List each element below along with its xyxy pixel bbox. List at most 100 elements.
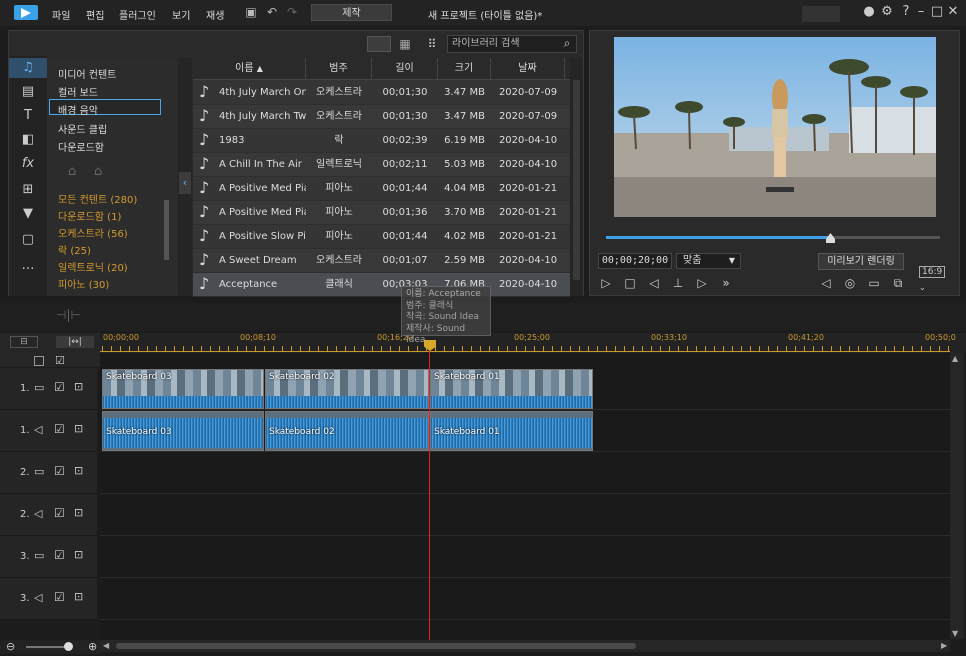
- column-size[interactable]: 크기: [438, 58, 491, 80]
- select-all-checkbox[interactable]: [34, 356, 44, 366]
- more-rooms-icon[interactable]: …: [9, 256, 47, 276]
- track-header-audio[interactable]: 2. ◁ ☑ ⊡: [0, 494, 97, 536]
- aspect-ratio-selector[interactable]: 16:9 ⌄: [919, 264, 949, 292]
- redo-icon[interactable]: ↷: [285, 5, 299, 19]
- snapshot-camera-icon[interactable]: ◎: [842, 275, 858, 291]
- subtitle-toggle-icon[interactable]: ▭: [866, 275, 882, 291]
- media-room-icon[interactable]: ♫: [9, 58, 47, 78]
- table-row[interactable]: ♪ 1983 락 00;02;39 6.19 MB 2020-04-10: [193, 129, 570, 153]
- minimize-icon[interactable]: –: [914, 4, 928, 20]
- search-icon[interactable]: ⌕: [559, 36, 575, 52]
- tag-all[interactable]: 모든 컨텐트 (280): [58, 191, 137, 206]
- audio-clip[interactable]: Skateboard 01: [430, 411, 593, 451]
- timecode-field[interactable]: 00;00;20;00: [598, 253, 672, 269]
- remove-tag-icon[interactable]: ⌂: [94, 164, 102, 179]
- track-header-video[interactable]: 1. ▭ ☑ ⊡: [0, 368, 97, 410]
- undock-preview-icon[interactable]: ⧉: [890, 275, 906, 291]
- produce-button[interactable]: 제작: [311, 4, 392, 21]
- stop-icon[interactable]: □: [622, 275, 638, 291]
- track-enable-checkbox[interactable]: ☑: [54, 422, 65, 436]
- track-enable-checkbox[interactable]: ☑: [54, 506, 65, 520]
- menu-file[interactable]: 파일: [52, 7, 70, 22]
- column-genre[interactable]: 범주: [306, 58, 372, 80]
- tag-scrollbar[interactable]: [164, 200, 169, 260]
- track-enable-checkbox[interactable]: ☑: [54, 464, 65, 478]
- menu-plugins[interactable]: 플러그인: [119, 7, 156, 22]
- zoom-out-icon[interactable]: ⊖: [6, 640, 15, 653]
- track-lock-icon[interactable]: ⊡: [74, 380, 83, 393]
- track-header-video[interactable]: 3. ▭ ☑ ⊡: [0, 536, 97, 578]
- column-length[interactable]: 길이: [372, 58, 438, 80]
- fast-forward-icon[interactable]: »: [718, 275, 734, 291]
- help-icon[interactable]: ?: [899, 4, 913, 20]
- grid-view-icon[interactable]: ▦: [398, 37, 412, 51]
- timeline-vertical-scrollbar[interactable]: [950, 353, 964, 639]
- track-enable-checkbox[interactable]: ☑: [54, 548, 65, 562]
- track-enable-checkbox[interactable]: ☑: [54, 590, 65, 604]
- preview-render-button[interactable]: 미리보기 렌더링: [818, 253, 904, 270]
- tag-piano[interactable]: 피아노 (30): [58, 276, 109, 291]
- zoom-in-icon[interactable]: ⊕: [88, 640, 97, 653]
- track-lock-icon[interactable]: ⊡: [74, 590, 83, 603]
- scroll-down-icon[interactable]: ▼: [952, 629, 958, 638]
- table-row[interactable]: ♪ A Sweet Dream 오케스트라 00;01;07 2.59 MB 2020-0…: [193, 249, 570, 273]
- scroll-left-icon[interactable]: ◀: [103, 641, 109, 650]
- track-manager-icon[interactable]: ⊟: [10, 336, 38, 348]
- track-lock-icon[interactable]: ⊡: [74, 548, 83, 561]
- table-scroll-thumb[interactable]: [573, 80, 580, 280]
- template-room-icon[interactable]: ▤: [9, 82, 47, 102]
- notification-icon[interactable]: ●: [862, 4, 876, 20]
- column-date[interactable]: 날짜: [491, 58, 565, 80]
- tag-downloads[interactable]: 다운로드함 (1): [58, 208, 121, 223]
- add-tag-icon[interactable]: ⌂: [68, 164, 76, 179]
- settings-gear-icon[interactable]: ⚙: [880, 4, 894, 20]
- menu-playback[interactable]: 재생: [206, 7, 224, 22]
- menu-view[interactable]: 보기: [172, 7, 190, 22]
- category-downloads[interactable]: 다운로드함: [58, 139, 104, 154]
- enable-all-checkbox[interactable]: ☑: [55, 354, 65, 367]
- menu-edit[interactable]: 편집: [86, 7, 104, 22]
- maximize-icon[interactable]: □: [930, 4, 944, 20]
- table-row[interactable]: ♪ A Positive Med Pia... 피아노 00;01;36 3.70 MB…: [193, 201, 570, 225]
- table-row[interactable]: ♪ 4th July March One 오케스트라 00;01;30 3.47 MB 2…: [193, 81, 570, 105]
- pip-room-icon[interactable]: ⊞: [9, 180, 47, 200]
- audio-clip[interactable]: Skateboard 03: [102, 411, 264, 451]
- category-sound-clips[interactable]: 사운드 클립: [58, 121, 107, 136]
- undo-icon[interactable]: ↶: [265, 5, 279, 19]
- close-icon[interactable]: ✕: [946, 4, 960, 20]
- table-row[interactable]: ♪ 4th July March Two 오케스트라 00;01;30 3.47 MB 2…: [193, 105, 570, 129]
- fit-timeline-icon[interactable]: |↔|: [56, 336, 94, 348]
- volume-icon[interactable]: ◁: [818, 275, 834, 291]
- track-header-audio[interactable]: 1. ◁ ☑ ⊡: [0, 410, 97, 452]
- account-area[interactable]: [802, 6, 840, 22]
- split-tool-icon[interactable]: ⊣|⊢: [56, 308, 81, 322]
- transition-room-icon[interactable]: ◧: [9, 130, 47, 150]
- table-row[interactable]: ♪ Acceptance 클래식 00;03;03 7.06 MB 2020-04-10: [193, 273, 570, 297]
- split-marker-icon[interactable]: ⊥: [670, 275, 686, 291]
- category-background-music[interactable]: 배경 음악: [58, 102, 98, 117]
- video-clip[interactable]: Skateboard 01: [430, 369, 593, 409]
- video-clip[interactable]: Skateboard 02: [265, 369, 429, 409]
- audio-clip[interactable]: Skateboard 02: [265, 411, 429, 451]
- category-color-board[interactable]: 컬러 보드: [58, 84, 98, 99]
- save-icon[interactable]: ▣: [244, 5, 258, 19]
- title-room-icon[interactable]: T: [9, 106, 47, 126]
- fit-dropdown[interactable]: 맞춤 ▼: [676, 253, 741, 269]
- scroll-up-icon[interactable]: ▲: [952, 354, 958, 363]
- details-view-icon[interactable]: [367, 36, 391, 52]
- column-name[interactable]: 이름 ▲: [193, 58, 306, 80]
- video-clip[interactable]: Skateboard 03: [102, 369, 264, 409]
- previous-frame-icon[interactable]: ◁: [646, 275, 662, 291]
- track-lock-icon[interactable]: ⊡: [74, 464, 83, 477]
- scroll-right-icon[interactable]: ▶: [941, 641, 947, 650]
- zoom-slider-knob[interactable]: [64, 642, 73, 651]
- collapse-panel-icon[interactable]: ‹: [179, 172, 191, 194]
- track-header-video[interactable]: 2. ▭ ☑ ⊡: [0, 452, 97, 494]
- table-row[interactable]: ♪ A Chill In The Air 일렉트로닉 00;02;11 5.03 MB 2…: [193, 153, 570, 177]
- tag-electronic[interactable]: 일렉트로닉 (20): [58, 259, 128, 274]
- play-icon[interactable]: ▷: [598, 275, 614, 291]
- library-search-input[interactable]: 라이브러리 검색: [447, 35, 577, 53]
- particle-room-icon[interactable]: ▼: [9, 204, 47, 224]
- track-lock-icon[interactable]: ⊡: [74, 422, 83, 435]
- table-row[interactable]: ♪ A Positive Med Pia... 피아노 00;01;44 4.04 MB…: [193, 177, 570, 201]
